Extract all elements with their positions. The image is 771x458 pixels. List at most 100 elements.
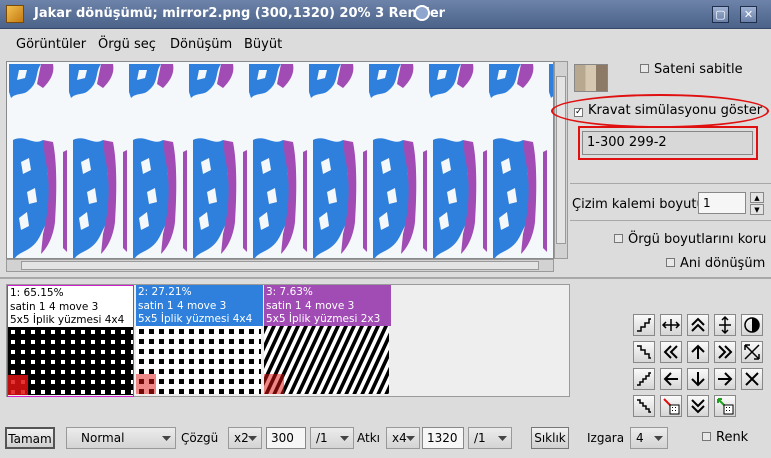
checkbox-box[interactable] [640, 64, 649, 73]
orgu-boyut-checkbox[interactable]: Örgü boyutlarını koru [614, 232, 766, 247]
cozgu-value-field[interactable]: 300 [266, 427, 306, 449]
swirl-icon [414, 5, 430, 21]
spin-up-button[interactable]: ▲ [750, 192, 764, 203]
cozgu-divisor-select[interactable]: /1 [310, 427, 354, 449]
arrow-up-icon[interactable] [687, 341, 709, 363]
weave-type: satin 1 4 move 3 [138, 299, 227, 312]
close-button[interactable]: ✕ [740, 6, 757, 23]
weave-float: 5x5 İplik yüzmesi 2x3 [266, 313, 381, 325]
renk-label: Renk [716, 430, 749, 445]
renk-checkbox[interactable]: Renk [702, 430, 748, 445]
atki-label: Atkı [357, 431, 380, 445]
weave-type: satin 1 4 move 3 [266, 299, 355, 312]
weave-preview [8, 327, 133, 395]
double-left-icon[interactable] [660, 341, 682, 363]
weave-info: 1: 65.15% satin 1 4 move 3 5x5 İplik yüz… [8, 286, 133, 327]
atki-multiplier-select[interactable]: x4 [386, 427, 420, 449]
orgu-boyut-label: Örgü boyutlarını koru [628, 232, 767, 247]
step-right-icon[interactable] [633, 368, 655, 390]
menu-buyut[interactable]: Büyüt [244, 37, 282, 52]
weave-info: 2: 27.21% satin 1 4 move 3 5x5 İplik yüz… [136, 285, 263, 326]
saten-sabitle-label: Sateni sabitle [654, 62, 743, 77]
chevron-down-icon [406, 436, 415, 441]
weave-percent: 2: 27.21% [138, 286, 192, 298]
kravat-label: Kravat simülasyonu göster [588, 103, 763, 118]
weave-percent: 1: 65.15% [10, 287, 64, 299]
separator [570, 183, 771, 184]
step-left-icon[interactable] [633, 395, 655, 417]
arrows-vertical-icon[interactable] [714, 314, 736, 336]
menu-donusum[interactable]: Dönüşüm [170, 37, 232, 52]
tamam-button[interactable]: Tamam [5, 427, 55, 449]
chevron-down-icon [654, 436, 663, 441]
step-down-icon[interactable] [633, 341, 655, 363]
close-x-icon[interactable] [741, 368, 763, 390]
cozgu-label: Çözgü [181, 431, 219, 445]
weave-float: 5x5 İplik yüzmesi 4x4 [10, 314, 125, 326]
siklik-button[interactable]: Sıklık [531, 427, 569, 449]
scroll-thumb[interactable] [556, 76, 566, 244]
spin-down-button[interactable]: ▼ [750, 204, 764, 215]
menu-orgu-sec[interactable]: Örgü seç [98, 37, 156, 52]
cizim-spinbox[interactable]: 1 [698, 192, 746, 214]
atki-divisor-value: /1 [474, 431, 486, 445]
weave-type: satin 1 4 move 3 [10, 300, 99, 313]
ani-donusum-label: Ani dönüşüm [680, 256, 766, 271]
weave-card-1[interactable]: 1: 65.15% satin 1 4 move 3 5x5 İplik yüz… [7, 285, 134, 397]
menu-bar: Görüntüler Örgü seç Dönüşüm Büyüt [0, 30, 771, 58]
cozgu-multiplier-select[interactable]: x2 [228, 427, 262, 449]
delete-grid-icon[interactable] [660, 395, 682, 417]
checkbox-box[interactable] [614, 234, 623, 243]
arrows-horizontal-icon[interactable] [660, 314, 682, 336]
mode-select[interactable]: Normal [66, 427, 176, 449]
separator [0, 277, 771, 279]
color-palette-preview[interactable] [574, 64, 608, 92]
double-right-icon[interactable] [714, 341, 736, 363]
canvas-vertical-scrollbar[interactable] [554, 61, 568, 259]
arrow-right-icon[interactable] [714, 368, 736, 390]
cozgu-divisor-value: /1 [316, 431, 328, 445]
checkbox-box[interactable] [666, 258, 675, 267]
checkbox-box[interactable]: ✓ [574, 108, 583, 117]
weave-preview [264, 326, 389, 394]
weave-percent: 3: 7.63% [266, 286, 313, 298]
arrow-left-icon[interactable] [660, 368, 682, 390]
saten-sabitle-checkbox[interactable]: Sateni sabitle [640, 62, 743, 77]
chevron-down-icon [248, 436, 257, 441]
restore-button[interactable]: ▢ [712, 6, 729, 23]
atki-divisor-select[interactable]: /1 [468, 427, 512, 449]
ani-donusum-checkbox[interactable]: Ani dönüşüm [666, 256, 765, 271]
izgara-label: Izgara [587, 431, 625, 445]
chevron-down-icon [162, 436, 171, 441]
jacquard-pattern [7, 62, 553, 258]
atki-multiplier-value: x4 [392, 431, 407, 445]
title-bar: Jakar dönüşümü; mirror2.png (300,1320) 2… [0, 0, 771, 29]
double-up-icon[interactable] [687, 314, 709, 336]
step-up-icon[interactable] [633, 314, 655, 336]
chevron-down-icon [340, 436, 349, 441]
menu-goruntuler[interactable]: Görüntüler [16, 37, 86, 52]
kravat-value-field[interactable]: 1-300 299-2 [582, 131, 753, 155]
half-contrast-icon[interactable] [741, 314, 763, 336]
add-grid-icon[interactable] [714, 395, 736, 417]
arrow-down-icon[interactable] [687, 368, 709, 390]
double-down-icon[interactable] [687, 395, 709, 417]
cizim-label: Çizim kalemi boyutu [572, 197, 705, 212]
weave-float: 5x5 İplik yüzmesi 4x4 [138, 313, 253, 325]
weave-card-2[interactable]: 2: 27.21% satin 1 4 move 3 5x5 İplik yüz… [136, 285, 263, 397]
checkbox-box[interactable] [702, 432, 711, 441]
kravat-checkbox[interactable]: ✓ Kravat simülasyonu göster [574, 103, 762, 118]
expand-diagonal-icon[interactable] [741, 341, 763, 363]
pattern-canvas[interactable] [6, 61, 554, 259]
weave-card-3[interactable]: 3: 7.63% satin 1 4 move 3 5x5 İplik yüzm… [264, 285, 391, 397]
atki-value-field[interactable]: 1320 [422, 427, 464, 449]
scroll-thumb[interactable] [21, 261, 539, 270]
cozgu-multiplier-value: x2 [234, 431, 249, 445]
chevron-down-icon [498, 436, 507, 441]
separator [570, 220, 771, 221]
canvas-horizontal-scrollbar[interactable] [6, 259, 554, 272]
window-title: Jakar dönüşümü; mirror2.png (300,1320) 2… [34, 6, 446, 21]
izgara-value: 4 [636, 431, 644, 445]
izgara-select[interactable]: 4 [630, 427, 668, 449]
app-icon[interactable] [6, 5, 24, 23]
